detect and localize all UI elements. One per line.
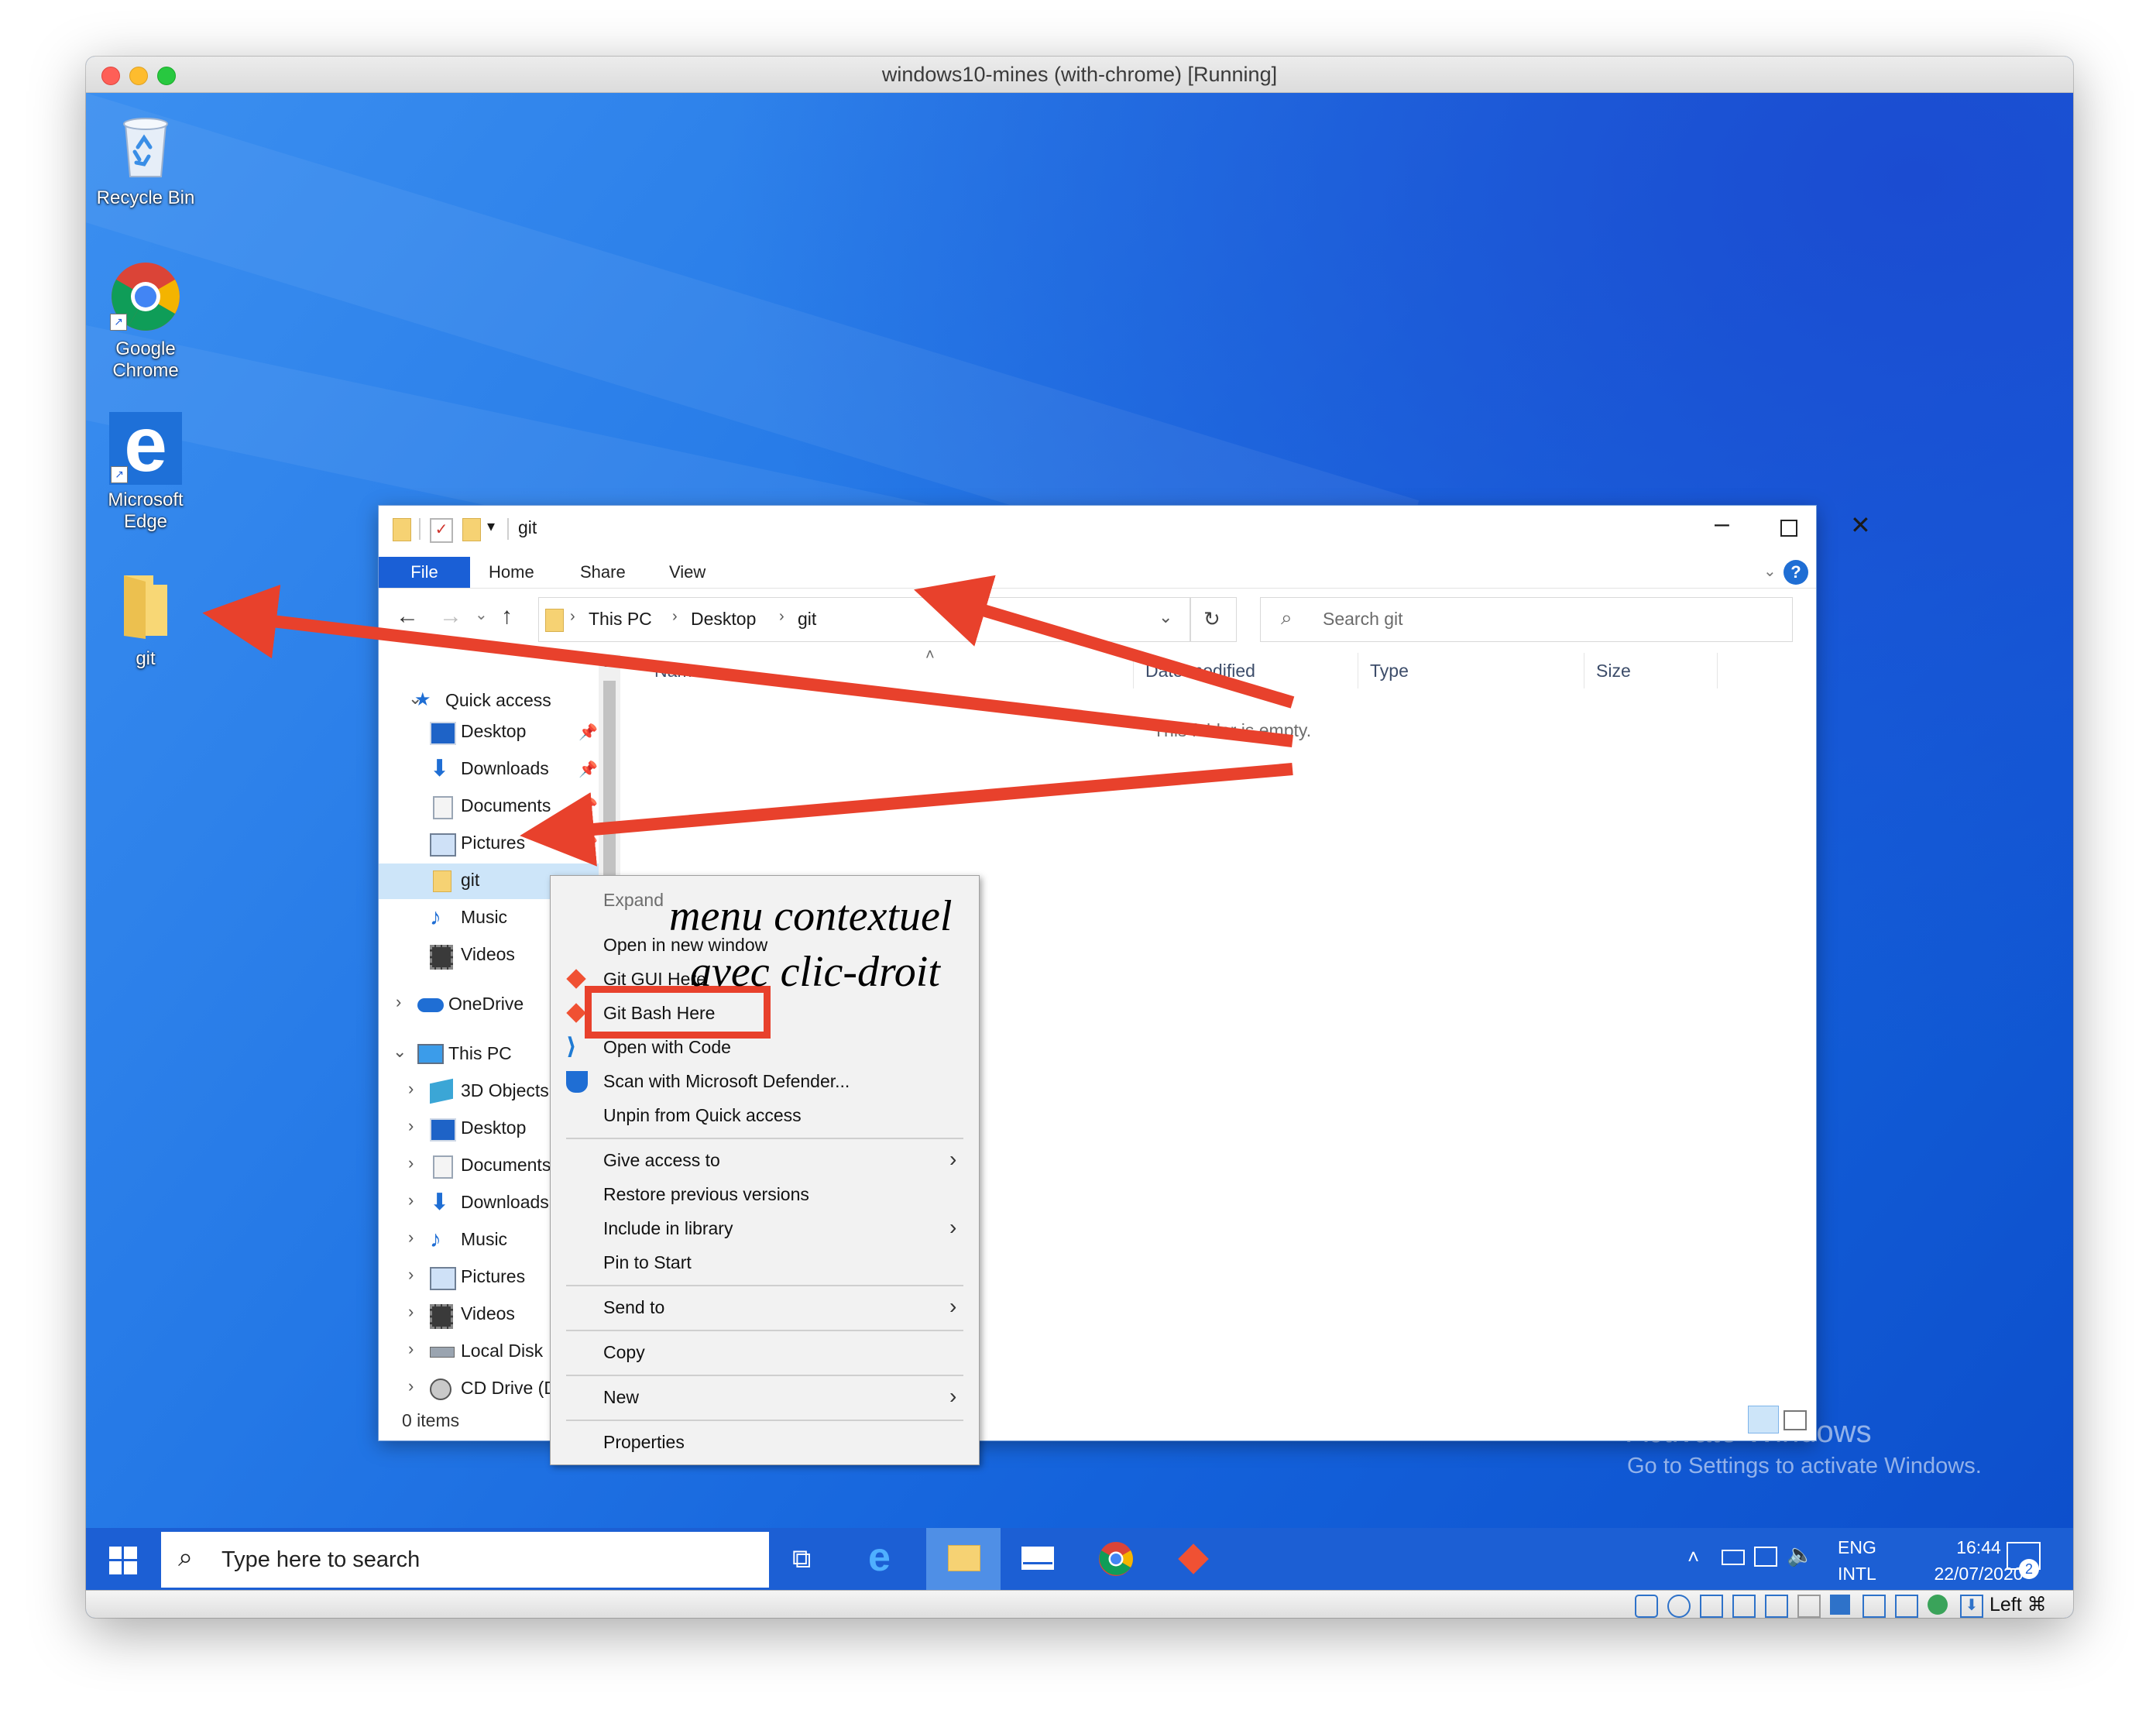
keyboard-capture-status-icon[interactable]: ⬇ xyxy=(1960,1595,1983,1618)
window-title: windows10-mines (with-chrome) [Running] xyxy=(881,63,1278,86)
language-indicator[interactable]: ENG xyxy=(1838,1537,1876,1558)
arrow-to-nav-git xyxy=(520,763,1293,867)
mac-titlebar: windows10-mines (with-chrome) [Running] xyxy=(86,57,2073,93)
audio-status-icon[interactable] xyxy=(1700,1595,1723,1618)
arrow-to-address-bar xyxy=(913,575,1295,709)
host-key-label: Left ⌘ xyxy=(1989,1594,2047,1615)
chrome-taskbar-icon[interactable] xyxy=(1097,1540,1135,1578)
cortana-icon[interactable] xyxy=(716,1540,754,1578)
windows-desktop: Recycle Bin ↗ Google Chrome e ↗ Microsof… xyxy=(86,93,2073,1528)
optical-drive-status-icon[interactable] xyxy=(1667,1595,1691,1618)
arrow-to-desktop-git xyxy=(202,584,1293,747)
git-taskbar-icon[interactable] xyxy=(1175,1540,1212,1578)
network-status-icon[interactable] xyxy=(1732,1595,1756,1618)
network-icon[interactable] xyxy=(1754,1547,1777,1567)
mouse-integration-status-icon[interactable] xyxy=(1928,1595,1948,1615)
video-capture-status-icon[interactable] xyxy=(1862,1595,1886,1618)
usb-status-icon[interactable] xyxy=(1765,1595,1788,1618)
volume-icon[interactable]: 🔈 xyxy=(1787,1542,1814,1567)
annotation-arrows xyxy=(202,575,1295,867)
battery-icon[interactable] xyxy=(1722,1550,1745,1565)
taskbar: ⌕ Type here to search ⧉ e ˄ 🔈 ENG INTL 1… xyxy=(86,1528,2073,1593)
hard-disk-status-icon[interactable] xyxy=(1635,1595,1658,1618)
virtualbox-status-bar: ⬇ Left ⌘ xyxy=(86,1590,2073,1618)
file-explorer-taskbar-button[interactable] xyxy=(926,1528,1001,1593)
chevron-up-icon[interactable]: ˄ xyxy=(1687,1545,1699,1569)
taskbar-search-box[interactable]: ⌕ Type here to search xyxy=(161,1532,769,1588)
shared-folders-status-icon[interactable] xyxy=(1797,1595,1821,1618)
windows-start-icon[interactable] xyxy=(109,1547,137,1574)
search-icon: ⌕ xyxy=(178,1543,194,1572)
cpu-status-icon[interactable] xyxy=(1895,1595,1918,1618)
taskbar-search-placeholder: Type here to search xyxy=(221,1547,421,1572)
folder-icon xyxy=(948,1545,980,1571)
mail-icon[interactable] xyxy=(1020,1540,1057,1578)
keyboard-layout-indicator[interactable]: INTL xyxy=(1838,1564,1876,1585)
virtualbox-window: windows10-mines (with-chrome) [Running] … xyxy=(86,57,2073,1618)
edge-taskbar-icon[interactable]: e xyxy=(868,1537,905,1578)
notification-count-badge: 2 xyxy=(2019,1559,2039,1579)
task-view-icon[interactable]: ⧉ xyxy=(792,1540,829,1578)
display-status-icon[interactable] xyxy=(1830,1595,1850,1615)
